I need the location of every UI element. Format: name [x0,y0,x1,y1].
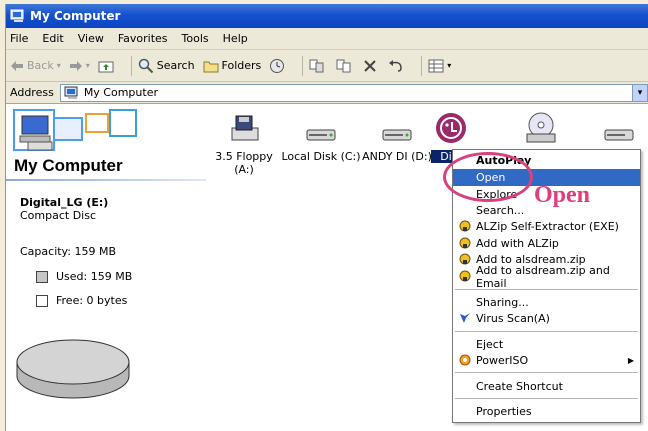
toolbar-separator [302,55,304,76]
cd-drive-icon [526,112,556,143]
menu-item-virus-scan[interactable]: Virus Scan(A) [453,310,640,327]
menu-favorites[interactable]: Favorites [118,32,168,45]
views-button[interactable]: ▾ [428,59,451,73]
floppy-drive-icon [231,115,259,141]
history-icon [270,58,285,73]
menu-separator [455,331,638,332]
details-pane: My Computer Digital_LG (E:) Compact Disc… [6,104,216,431]
explorer-window: My Computer File Edit View Favorites Too… [5,4,648,431]
hard-disk-icon [604,129,634,141]
poweriso-icon [459,354,471,366]
history-button[interactable] [269,58,288,74]
menu-separator [455,398,638,399]
title-bar[interactable]: My Computer [6,4,648,28]
drive-label: Local Disk (C:) [281,150,361,163]
menu-file[interactable]: File [10,32,28,45]
address-field[interactable]: My Computer [59,83,633,102]
my-computer-large-icon [13,109,137,151]
drive-local-c[interactable]: Local Disk (C:) [281,112,361,163]
drive-label: 3.5 Floppy (A:) [215,150,273,176]
menu-view[interactable]: View [78,32,104,45]
free-space: Free: 0 bytes [36,294,127,307]
free-swatch [36,294,48,307]
menu-separator [455,289,638,290]
forward-button[interactable]: ▾ [69,60,90,72]
menu-item-eject[interactable]: Eject [453,336,640,353]
alzip-icon [459,220,471,232]
folders-icon [203,61,219,72]
up-folder-icon [98,61,114,72]
delete-icon [364,59,376,72]
alzip-icon [459,237,471,249]
hard-disk-icon [306,129,336,141]
virus-scan-icon [460,313,470,323]
address-dropdown-button[interactable]: ▾ [632,83,648,102]
drive-floppy-a[interactable]: 3.5 Floppy (A:) [209,112,279,176]
menu-item-properties[interactable]: Properties [453,403,640,420]
delete-button[interactable] [363,59,380,73]
menu-edit[interactable]: Edit [42,32,63,45]
menu-bar: File Edit View Favorites Tools Help [6,28,648,50]
alzip-icon [459,253,471,265]
drive-capacity: Capacity: 159 MB [20,245,117,258]
copy-to-button[interactable] [336,59,355,73]
menu-item-create-shortcut[interactable]: Create Shortcut [453,378,640,395]
highlight-circle [443,152,533,202]
title-divider [6,179,206,181]
views-dropdown-icon: ▾ [447,61,452,70]
toolbar-separator [421,55,423,76]
folders-button[interactable]: Folders [203,59,261,73]
menu-item-add-with-alzip[interactable]: Add with ALZip [453,235,640,252]
search-button[interactable]: Search [138,58,195,74]
used-swatch [36,270,48,283]
menu-tools[interactable]: Tools [182,32,209,45]
address-label: Address [10,86,54,99]
address-bar: Address My Computer ▾ [6,82,648,104]
toolbar-separator [130,55,132,76]
used-space: Used: 159 MB [36,270,132,283]
copy-to-icon [336,59,351,72]
toolbar: Back ▾ ▾ Search Folders ▾ [6,50,648,82]
capacity-pie-chart [16,339,130,399]
up-folder-button[interactable] [98,59,117,73]
menu-separator [455,372,638,373]
submenu-arrow-icon: ▶ [627,356,634,365]
my-computer-icon [64,86,78,99]
drive-name: Digital_LG (E:) [20,196,109,209]
menu-item-alzip-self-extractor[interactable]: ALZip Self-Extractor (EXE) [453,218,640,235]
menu-help[interactable]: Help [223,32,248,45]
back-dropdown-icon: ▾ [56,61,61,70]
drive-type: Compact Disc [20,209,97,222]
my-computer-icon [10,9,24,22]
window-title: My Computer [30,9,121,23]
lg-cd-icon [436,113,466,143]
drive-andy-d[interactable]: ANDY DI (D:) [361,112,433,163]
alzip-icon [459,270,471,282]
undo-icon [389,59,403,72]
move-to-icon [309,59,324,72]
back-button[interactable]: Back ▾ [10,59,61,72]
drive-label: ANDY DI (D:) [362,150,432,163]
menu-item-sharing[interactable]: Sharing... [453,294,640,311]
forward-arrow-icon [69,60,82,71]
move-to-button[interactable] [309,59,328,73]
forward-dropdown-icon: ▾ [85,61,90,70]
pane-title: My Computer [14,156,123,175]
drive-cd[interactable] [511,112,571,150]
search-icon [138,58,153,73]
address-value: My Computer [83,86,158,99]
hard-disk-icon [382,129,412,141]
undo-button[interactable] [388,59,407,73]
menu-item-add-to-zip-email[interactable]: Add to alsdream.zip and Email [453,264,640,290]
menu-item-poweriso[interactable]: PowerISO ▶ [453,352,640,369]
back-arrow-icon [11,60,23,71]
views-icon [428,59,444,72]
annotation-text: Open [534,182,591,208]
